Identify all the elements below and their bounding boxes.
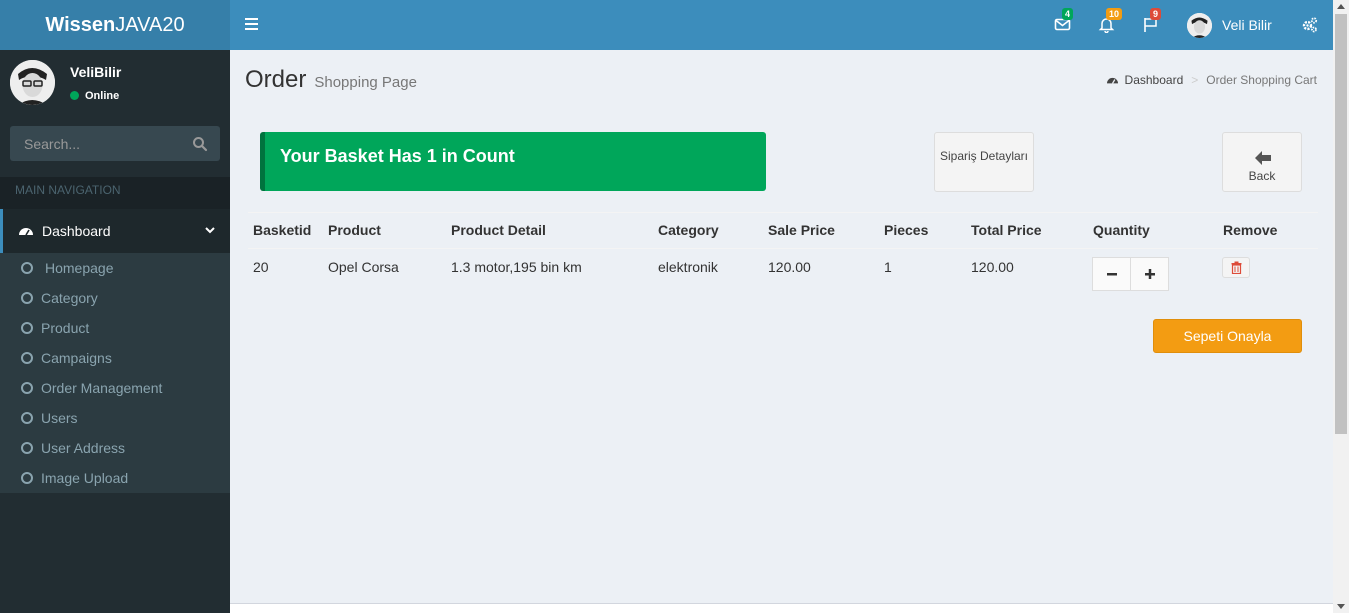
remove-item-button[interactable]	[1222, 257, 1250, 278]
cell-pieces: 1	[884, 259, 892, 275]
back-button[interactable]: Back	[1222, 132, 1302, 192]
sidebar-item-campaigns[interactable]: Campaigns	[0, 343, 230, 373]
app-logo[interactable]: WissenJAVA20	[0, 0, 230, 50]
sidebar: VeliBilir Online Search... MAIN NAVIGATI…	[0, 50, 230, 613]
minus-icon	[1107, 273, 1117, 276]
plus-icon	[1145, 269, 1155, 279]
dashboard-icon	[1106, 77, 1118, 84]
sidebar-item-dashboard[interactable]: Dashboard	[0, 209, 230, 253]
column-header-category: Category	[658, 222, 719, 238]
trash-icon	[1231, 261, 1242, 274]
tasks-badge: 9	[1150, 8, 1162, 20]
sidebar-item-label: Dashboard	[42, 223, 111, 239]
circle-icon	[21, 262, 33, 274]
sidebar-item-homepage[interactable]: Homepage	[0, 253, 230, 283]
column-header-basketid: Basketid	[253, 222, 312, 238]
scrollbar-thumb[interactable]	[1335, 14, 1347, 434]
arrow-left-icon	[1255, 151, 1271, 165]
column-header-sale-price: Sale Price	[768, 222, 835, 238]
circle-icon	[21, 292, 33, 304]
cell-product: Opel Corsa	[328, 259, 399, 275]
breadcrumb-home-link[interactable]: Dashboard	[1125, 73, 1184, 87]
chevron-down-icon	[205, 227, 215, 234]
user-status: Online	[70, 90, 119, 102]
column-header-total-price: Total Price	[971, 222, 1042, 238]
footer	[230, 603, 1333, 613]
page-subtitle: Shopping Page	[314, 74, 417, 91]
user-avatar	[10, 60, 55, 105]
sidebar-search[interactable]: Search...	[10, 126, 220, 161]
cell-total-price: 120.00	[971, 259, 1014, 275]
vertical-scrollbar[interactable]	[1333, 0, 1349, 613]
main-navigation-header: MAIN NAVIGATION	[0, 177, 230, 209]
tasks-button[interactable]: 9	[1142, 8, 1162, 34]
sidebar-item-users[interactable]: Users	[0, 403, 230, 433]
order-details-button[interactable]: Sipariş Detayları	[934, 132, 1034, 192]
page-title: Order Shopping Page	[245, 66, 417, 93]
cell-category: elektronik	[658, 259, 718, 275]
table-header-border	[248, 248, 1318, 249]
column-header-quantity: Quantity	[1093, 222, 1150, 238]
scroll-up-arrow-icon[interactable]	[1337, 4, 1345, 9]
cell-product-detail: 1.3 motor,195 bin km	[451, 259, 582, 275]
increase-quantity-button[interactable]	[1130, 257, 1169, 291]
gears-icon	[1302, 17, 1318, 33]
circle-icon	[21, 352, 33, 364]
decrease-quantity-button[interactable]	[1092, 257, 1131, 291]
column-header-product: Product	[328, 222, 381, 238]
search-icon[interactable]	[192, 136, 208, 152]
sidebar-user-name: VeliBilir	[70, 64, 122, 80]
breadcrumb-current: Order Shopping Cart	[1206, 73, 1317, 87]
circle-icon	[21, 442, 33, 454]
dashboard-icon	[19, 228, 33, 236]
scroll-down-arrow-icon[interactable]	[1337, 604, 1345, 609]
column-header-pieces: Pieces	[884, 222, 929, 238]
notifications-badge: 10	[1106, 8, 1123, 20]
dashboard-submenu: Homepage Category Product Campaigns Orde…	[0, 253, 230, 493]
confirm-cart-button[interactable]: Sepeti Onayla	[1153, 319, 1302, 353]
sidebar-item-product[interactable]: Product	[0, 313, 230, 343]
cell-sale-price: 120.00	[768, 259, 811, 275]
circle-icon	[21, 472, 33, 484]
sidebar-item-category[interactable]: Category	[0, 283, 230, 313]
column-header-remove: Remove	[1223, 222, 1278, 238]
circle-icon	[21, 412, 33, 424]
breadcrumb: Dashboard > Order Shopping Cart	[1106, 73, 1317, 87]
table-top-border	[248, 212, 1318, 213]
column-header-product-detail: Product Detail	[451, 222, 546, 238]
top-navbar: 4 10 9 Veli Bilir	[230, 0, 1333, 50]
notifications-button[interactable]: 10	[1098, 8, 1123, 34]
navbar-user-name[interactable]: Veli Bilir	[1222, 17, 1272, 33]
user-panel: VeliBilir Online	[0, 50, 230, 115]
search-input[interactable]: Search...	[24, 136, 80, 152]
messages-button[interactable]: 4	[1054, 8, 1074, 34]
circle-icon	[21, 322, 33, 334]
sidebar-item-order-management[interactable]: Order Management	[0, 373, 230, 403]
navbar-user-avatar[interactable]	[1187, 13, 1212, 38]
circle-icon	[21, 382, 33, 394]
settings-button[interactable]	[1301, 16, 1319, 34]
messages-badge: 4	[1062, 8, 1074, 20]
cell-basketid: 20	[253, 259, 269, 275]
sidebar-item-user-address[interactable]: User Address	[0, 433, 230, 463]
basket-count-callout: Your Basket Has 1 in Count	[260, 132, 766, 191]
online-status-icon	[70, 91, 79, 100]
sidebar-item-image-upload[interactable]: Image Upload	[0, 463, 230, 493]
sidebar-toggle-icon[interactable]	[245, 18, 259, 32]
